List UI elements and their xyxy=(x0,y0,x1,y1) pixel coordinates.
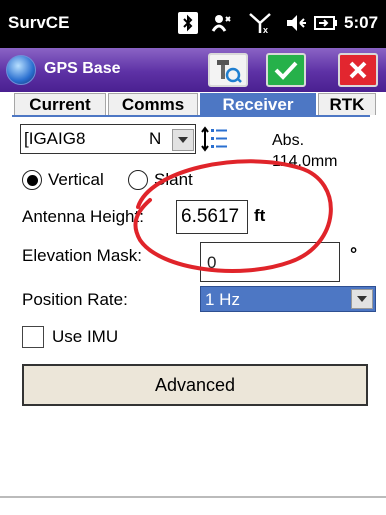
antenna-type-value: [IGAIG8 xyxy=(24,129,86,148)
battery-icon[interactable] xyxy=(314,10,338,36)
antenna-list-icon xyxy=(201,126,227,152)
abs-value: 114.0mm xyxy=(272,153,338,170)
abs-label: Abs. xyxy=(272,132,305,149)
bluetooth-icon[interactable] xyxy=(178,12,198,34)
tab-divider xyxy=(12,115,370,117)
elevation-mask-input[interactable]: 0 xyxy=(200,242,340,282)
antenna-height-label: Antenna Height: xyxy=(22,207,144,226)
use-imu-label: Use IMU xyxy=(52,327,119,346)
antenna-height-input[interactable]: 6.5617 xyxy=(176,200,248,234)
elevation-mask-label: Elevation Mask: xyxy=(22,246,142,265)
status-bar: SurvCE x 5:07 xyxy=(0,0,386,48)
checkmark-icon xyxy=(274,61,298,80)
signal-icon[interactable]: x xyxy=(248,10,274,36)
antenna-list-button[interactable] xyxy=(198,122,232,156)
bottom-divider xyxy=(0,496,386,498)
tab-receiver[interactable]: Receiver xyxy=(200,93,316,115)
app-logo-icon xyxy=(6,55,36,85)
status-app-name: SurvCE xyxy=(8,13,70,32)
antenna-height-unit: ft xyxy=(254,206,266,225)
use-imu-checkbox[interactable] xyxy=(22,326,44,348)
radio-slant-label: Slant xyxy=(154,170,193,189)
window-title: GPS Base xyxy=(44,60,121,77)
network-icon[interactable] xyxy=(210,10,234,36)
radio-selected-dot xyxy=(26,174,38,186)
tab-current[interactable]: Current xyxy=(14,93,106,115)
radio-button[interactable] xyxy=(22,170,42,190)
radio-button[interactable] xyxy=(128,170,148,190)
antenna-settings-button[interactable] xyxy=(208,53,248,87)
close-icon xyxy=(349,61,367,79)
ok-button[interactable] xyxy=(266,53,306,87)
title-bar: GPS Base xyxy=(0,48,386,92)
clock[interactable]: 5:07 xyxy=(344,13,378,33)
tab-rtk[interactable]: RTK xyxy=(318,93,376,115)
position-rate-value: 1 Hz xyxy=(205,290,240,309)
position-rate-label: Position Rate: xyxy=(22,290,128,309)
chevron-down-icon[interactable] xyxy=(172,129,194,151)
chevron-down-icon[interactable] xyxy=(351,289,373,309)
tab-comms[interactable]: Comms xyxy=(108,93,198,115)
cancel-button[interactable] xyxy=(338,53,378,87)
antenna-type-value-tail: N xyxy=(149,129,162,148)
advanced-button[interactable]: Advanced xyxy=(22,364,368,406)
svg-text:x: x xyxy=(263,25,268,35)
radio-slant[interactable]: Slant xyxy=(128,170,193,190)
position-rate-select[interactable]: 1 Hz xyxy=(200,286,376,312)
radio-vertical-label: Vertical xyxy=(48,170,104,189)
radio-vertical[interactable]: Vertical xyxy=(22,170,104,190)
elevation-mask-unit: ° xyxy=(350,244,358,264)
volume-icon[interactable] xyxy=(285,10,309,36)
antenna-type-select[interactable]: [IGAIG8 N xyxy=(20,124,196,154)
antenna-settings-icon xyxy=(217,60,242,83)
